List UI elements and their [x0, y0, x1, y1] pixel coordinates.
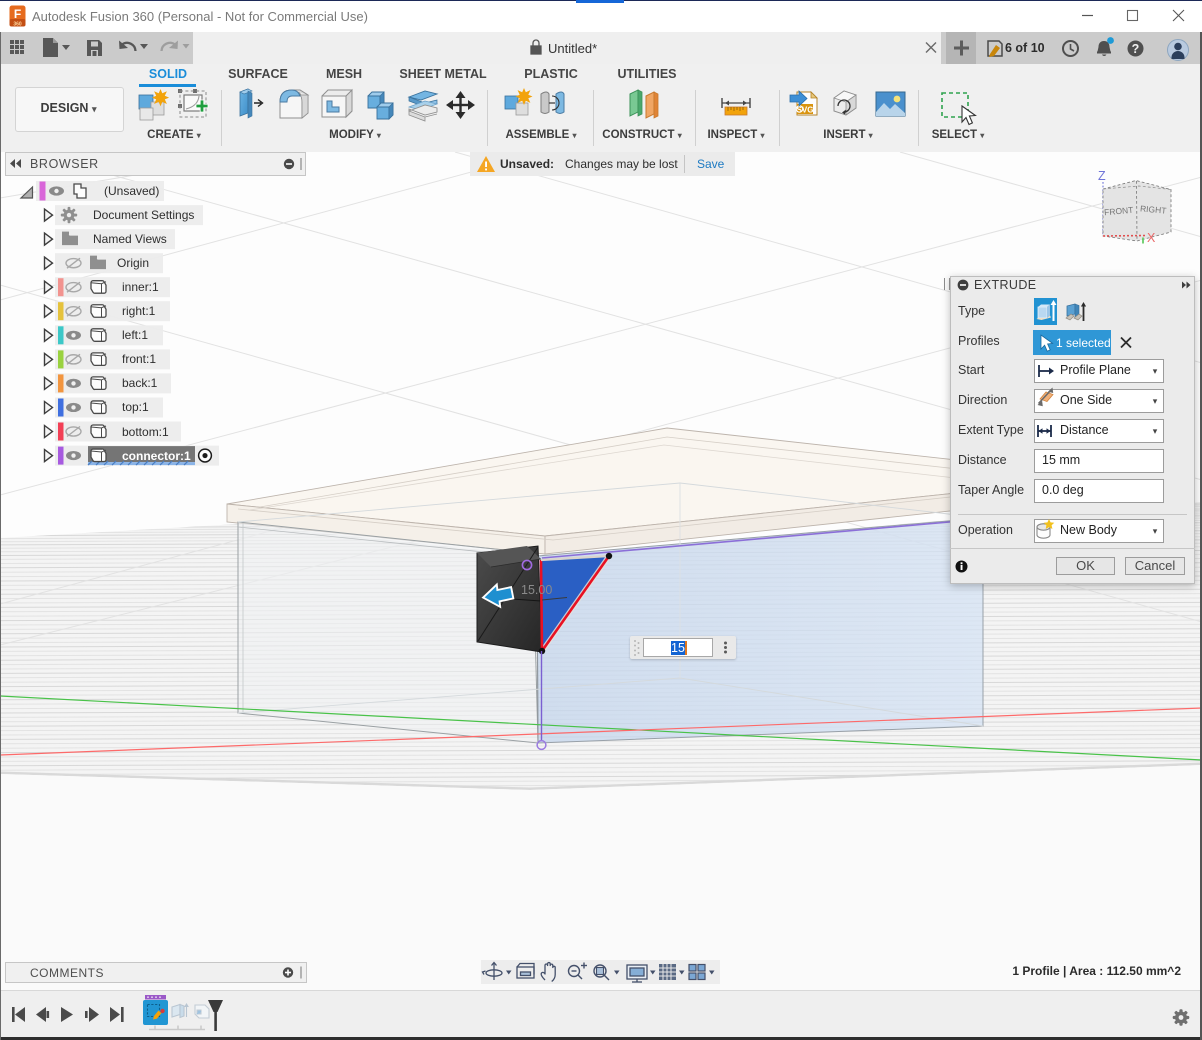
svg-text:360: 360 [13, 22, 22, 28]
svg-text:X: X [1147, 231, 1156, 245]
svg-text:Z: Z [1098, 169, 1106, 183]
svg-text:?: ? [1132, 42, 1140, 56]
svg-text:F: F [14, 7, 21, 21]
svg-text:1 selected: 1 selected [1056, 336, 1111, 350]
svg-text:SVG: SVG [797, 106, 814, 115]
svg-text:15.00: 15.00 [521, 583, 552, 597]
